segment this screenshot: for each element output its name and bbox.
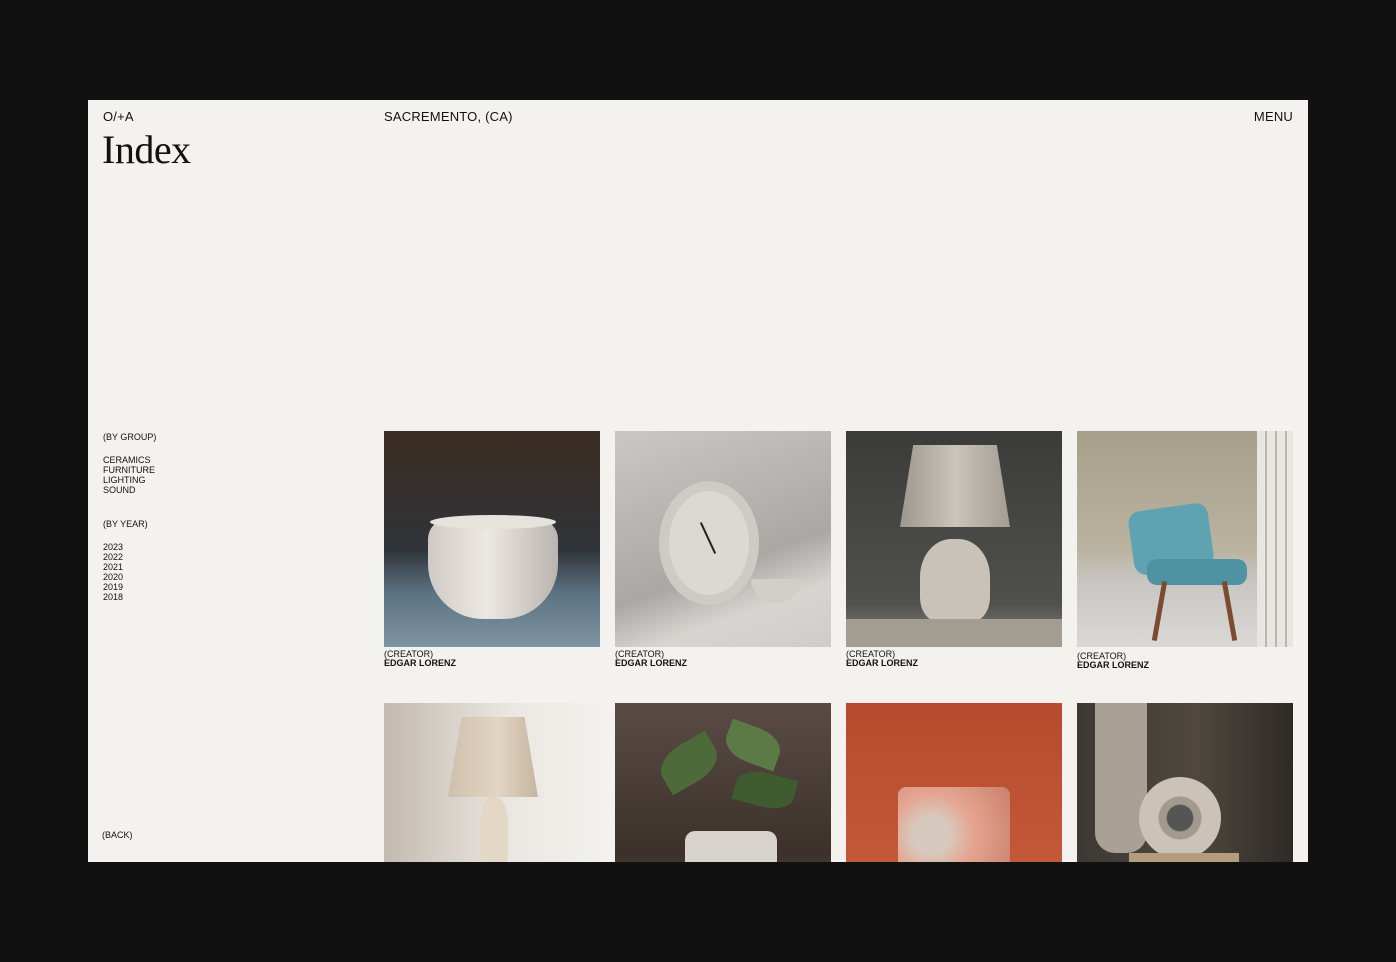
speaker-stand — [1129, 853, 1239, 862]
table-surface — [846, 619, 1062, 647]
product-card[interactable] — [615, 703, 831, 862]
filter-year-2023[interactable]: 2023 — [103, 542, 156, 552]
product-caption: (CREATOR) EDGAR LORENZ — [615, 650, 831, 668]
index-page: O/+A SACREMENTO, (CA) MENU Index (BY GRO… — [88, 100, 1308, 862]
creator-name: EDGAR LORENZ — [1077, 660, 1149, 670]
filter-year-2020[interactable]: 2020 — [103, 572, 156, 582]
group-filter-heading: (BY GROUP) — [103, 432, 157, 442]
bowl-rim — [430, 515, 556, 529]
lamp-shade — [900, 445, 1010, 527]
product-card[interactable] — [1077, 703, 1293, 862]
product-card[interactable]: (CREATOR) EDGAR LORENZ — [615, 431, 831, 668]
location-label: SACREMENTO, (CA) — [384, 109, 513, 124]
menu-button[interactable]: MENU — [1254, 109, 1293, 124]
filter-year-2021[interactable]: 2021 — [103, 562, 156, 572]
product-card[interactable]: (CREATOR) EDGAR LORENZ — [1077, 431, 1293, 670]
filter-group-ceramics[interactable]: CERAMICS — [103, 455, 156, 465]
small-bowl-shape — [751, 579, 801, 603]
creator-name: EDGAR LORENZ — [384, 658, 456, 668]
filter-year-2022[interactable]: 2022 — [103, 552, 156, 562]
filter-year-2019[interactable]: 2019 — [103, 582, 156, 592]
year-filter-list: 2023 2022 2021 2020 2019 2018 — [103, 542, 156, 602]
vase-shape — [1095, 703, 1147, 853]
group-filter-list: CERAMICS FURNITURE LIGHTING SOUND — [103, 455, 156, 495]
lamp-base — [480, 797, 508, 862]
back-link[interactable]: (BACK) — [102, 830, 133, 840]
product-image-stone-clock — [615, 431, 831, 647]
leaf-shape — [653, 730, 725, 796]
brand-logo[interactable]: O/+A — [103, 109, 134, 124]
leaf-shape — [720, 718, 786, 772]
product-card[interactable]: (CREATOR) EDGAR LORENZ — [846, 431, 1062, 668]
filter-group-sound[interactable]: SOUND — [103, 485, 156, 495]
filter-panel: (BY GROUP) CERAMICS FURNITURE LIGHTING S… — [103, 432, 156, 602]
bowl-shape — [428, 519, 558, 619]
page-title: Index — [102, 127, 191, 172]
product-image-speaker — [1077, 703, 1293, 862]
filter-group-furniture[interactable]: FURNITURE — [103, 465, 156, 475]
creator-name: EDGAR LORENZ — [846, 658, 918, 668]
window — [1257, 431, 1293, 647]
lamp-shade — [448, 717, 538, 797]
filter-year-2018[interactable]: 2018 — [103, 592, 156, 602]
chair-leg — [1221, 581, 1238, 641]
product-card[interactable] — [846, 703, 1062, 862]
product-caption: (CREATOR) EDGAR LORENZ — [846, 650, 1062, 668]
product-image-speckled-cup — [846, 703, 1062, 862]
speaker-shape — [1139, 777, 1221, 859]
product-image-lounge-chair — [1077, 431, 1293, 647]
year-filter-heading: (BY YEAR) — [103, 519, 148, 529]
product-image-table-lamp — [846, 431, 1062, 647]
cup-shape — [898, 787, 1010, 862]
chair-leg — [1151, 581, 1168, 641]
plant-pot — [685, 831, 777, 862]
product-caption: (CREATOR) EDGAR LORENZ — [384, 650, 600, 668]
product-card[interactable]: (CREATOR) EDGAR LORENZ — [384, 431, 600, 668]
leaf-shape — [731, 765, 799, 815]
creator-name: EDGAR LORENZ — [615, 658, 687, 668]
lamp-base — [920, 539, 990, 623]
product-card[interactable] — [384, 703, 600, 862]
product-caption: (CREATOR) EDGAR LORENZ — [1077, 652, 1293, 670]
filter-group-lighting[interactable]: LIGHTING — [103, 475, 156, 485]
product-image-beige-lamp — [384, 703, 600, 862]
product-image-ceramic-bowl — [384, 431, 600, 647]
product-image-potted-plant — [615, 703, 831, 862]
